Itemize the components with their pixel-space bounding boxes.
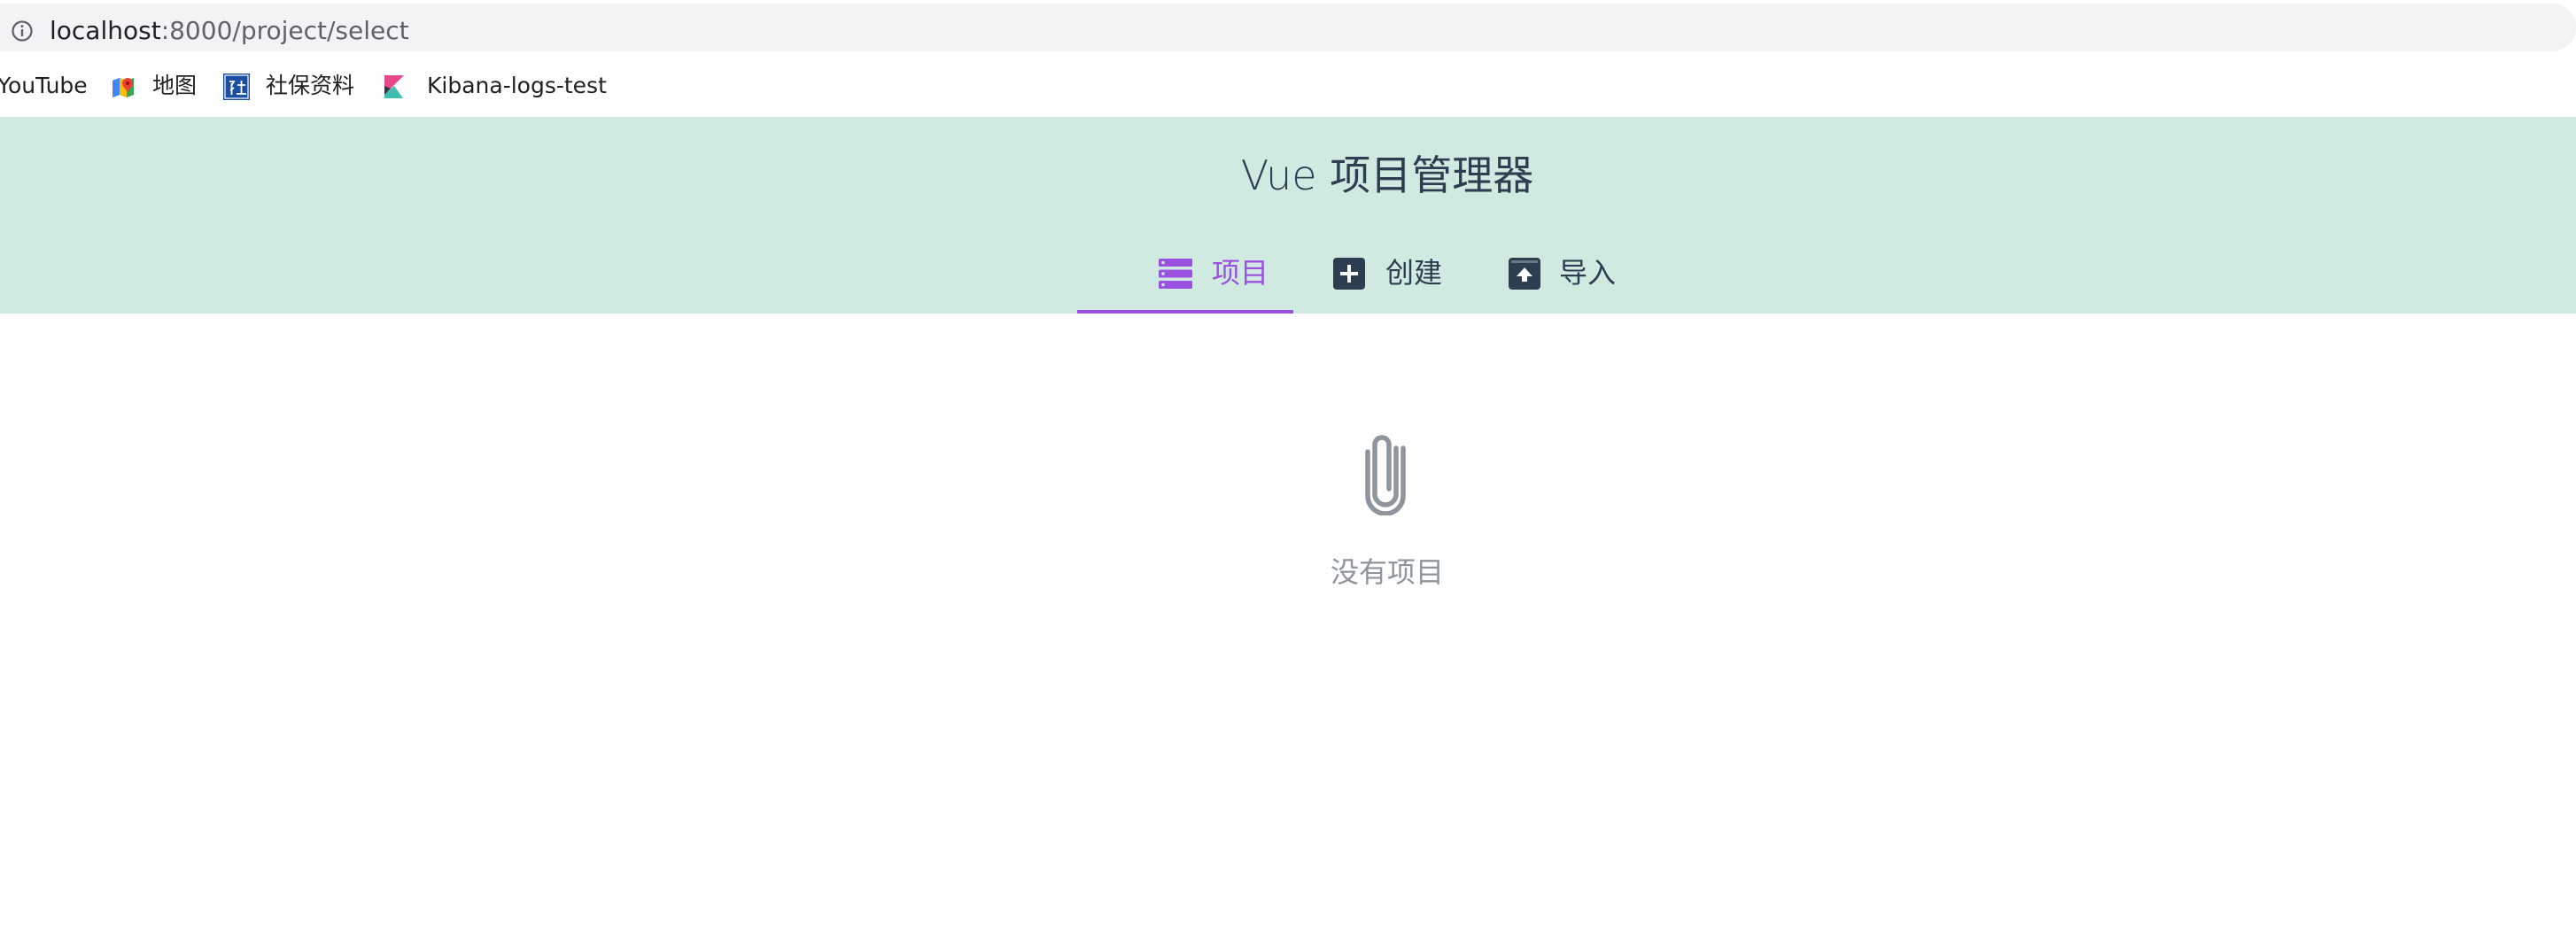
kibana-icon bbox=[384, 75, 404, 98]
page-title: Vue 项目管理器 bbox=[1240, 151, 1534, 199]
url-text[interactable]: localhost:8000/project/select bbox=[50, 15, 409, 47]
bookmark-youtube[interactable]: YouTube bbox=[0, 70, 88, 102]
tab-label: 导入 bbox=[1559, 256, 1617, 290]
bookmark-label: YouTube bbox=[0, 73, 88, 98]
bookmarks-bar: YouTube 地图 社保资料 Kibana-logs-test bbox=[0, 55, 2576, 117]
google-maps-icon bbox=[113, 78, 134, 97]
plus-square-icon bbox=[1333, 258, 1365, 290]
tab-create[interactable]: 创建 bbox=[1329, 223, 1470, 312]
address-bar: localhost:8000/project/select bbox=[0, 0, 2576, 55]
url-field[interactable]: localhost:8000/project/select bbox=[0, 4, 2576, 51]
unarchive-icon bbox=[1509, 258, 1540, 290]
url-path: :8000/project/select bbox=[160, 16, 409, 45]
tab-label: 创建 bbox=[1385, 256, 1443, 290]
empty-state: 没有项目 bbox=[0, 314, 2576, 937]
bookmark-label: Kibana-logs-test bbox=[427, 73, 607, 98]
she-character-icon bbox=[223, 74, 250, 100]
list-icon bbox=[1159, 259, 1192, 289]
tab-label: 项目 bbox=[1212, 256, 1269, 290]
bookmark-label: 社保资料 bbox=[266, 73, 355, 98]
bookmark-label: 地图 bbox=[152, 73, 198, 98]
url-host: localhost bbox=[50, 16, 161, 45]
tab-import[interactable]: 导入 bbox=[1506, 223, 1648, 312]
app-header: Vue 项目管理器 项目 创建 导入 bbox=[0, 117, 2576, 314]
empty-state-text: 没有项目 bbox=[1330, 555, 1444, 589]
paperclip-icon bbox=[1365, 435, 1406, 515]
info-icon[interactable] bbox=[11, 19, 34, 43]
tab-projects[interactable]: 项目 bbox=[1077, 223, 1293, 314]
